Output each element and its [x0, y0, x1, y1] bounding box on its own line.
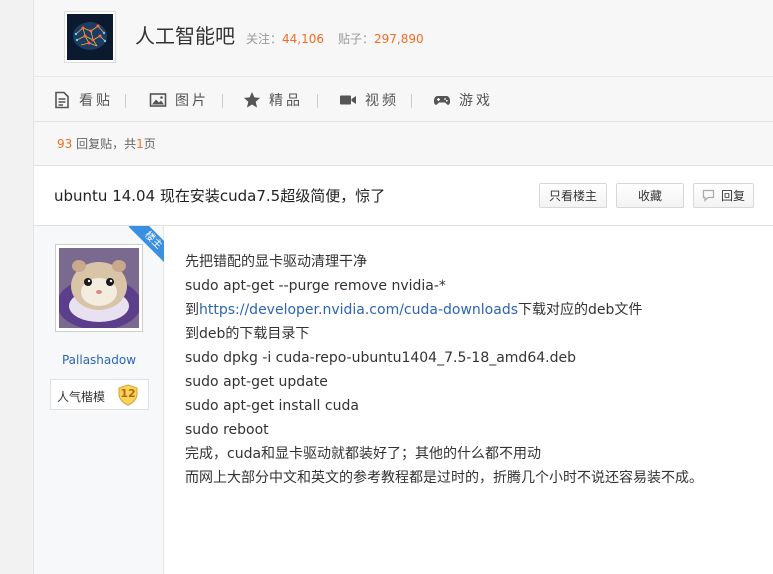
- post-line: 而网上大部分中文和英文的参考教程都是过时的，折腾几个小时不说还容易装不成。: [185, 470, 703, 486]
- post-line: sudo apt-get install cuda: [185, 398, 359, 414]
- reply-info-bar: 93 回复贴，共1页: [34, 122, 773, 166]
- speech-bubble-icon: [702, 189, 715, 202]
- post-line-with-link: 到https://developer.nvidia.com/cuda-downl…: [185, 298, 765, 322]
- post-content: 先把错配的显卡驱动清理干净 sudo apt-get --purge remov…: [185, 250, 765, 490]
- posts-count: 297,890: [374, 32, 424, 46]
- image-icon: [149, 93, 167, 107]
- level-number: 12: [120, 387, 136, 400]
- author-name[interactable]: Pallashadow: [34, 353, 164, 367]
- nav-label-games: 游戏: [459, 93, 493, 109]
- forum-name[interactable]: 人工智能吧: [135, 20, 235, 49]
- nav-divider: [222, 94, 223, 108]
- thread-title: ubuntu 14.04 现在安装cuda7.5超级简便，惊了: [54, 187, 386, 205]
- post-line: sudo apt-get update: [185, 374, 328, 390]
- post-line: 到deb的下载目录下: [185, 326, 310, 342]
- nav-label-images: 图片: [175, 93, 209, 109]
- collect-button[interactable]: 收藏: [616, 183, 684, 208]
- post-line: 先把错配的显卡驱动清理干净: [185, 254, 367, 270]
- forum-nav: 看贴 图片 精品 视频 游戏: [34, 76, 773, 122]
- nav-item-images[interactable]: 图片: [149, 77, 209, 123]
- only-op-button[interactable]: 只看楼主: [539, 183, 607, 208]
- level-name: 人气楷模: [57, 390, 106, 404]
- nav-divider: [317, 94, 318, 108]
- forum-stats: 关注：44,106 贴子：297,890: [246, 30, 424, 47]
- nav-item-video[interactable]: 视频: [339, 77, 399, 123]
- hamster-avatar-icon: [59, 248, 139, 328]
- level-badge-box[interactable]: 人气楷模 12: [50, 379, 149, 410]
- video-icon: [340, 95, 356, 105]
- reply-text: 回复贴，共: [72, 137, 137, 151]
- nav-divider: [125, 94, 126, 108]
- nav-item-games[interactable]: 游戏: [433, 77, 493, 123]
- nav-item-posts[interactable]: 看贴: [53, 77, 113, 123]
- post: Pallashadow 人气楷模 12 楼主 先把错配的显卡驱动清理干净 sud…: [34, 226, 773, 574]
- post-line: sudo dpkg -i cuda-repo-ubuntu1404_7.5-18…: [185, 350, 576, 366]
- op-badge: 楼主: [128, 226, 164, 262]
- follow-label: 关注：: [246, 32, 283, 46]
- link-prefix: 到: [185, 302, 199, 318]
- nav-divider: [411, 94, 412, 108]
- reply-button-label: 回复: [720, 189, 745, 203]
- neural-brain-logo-icon: [67, 14, 113, 60]
- page-text: 页: [143, 137, 156, 151]
- page-count: 1: [136, 137, 144, 151]
- follow-count: 44,106: [282, 32, 325, 46]
- forum-header: 人工智能吧 关注：44,106 贴子：297,890: [34, 0, 773, 76]
- forum-logo[interactable]: [64, 11, 116, 63]
- link-suffix: 下载对应的deb文件: [518, 302, 643, 318]
- thread-title-bar: ubuntu 14.04 现在安装cuda7.5超级简便，惊了 只看楼主 收藏 …: [34, 166, 773, 226]
- gamepad-icon: [433, 96, 451, 105]
- document-icon: [55, 91, 69, 109]
- nav-label-posts: 看贴: [79, 93, 113, 109]
- post-line: sudo apt-get --purge remove nvidia-*: [185, 278, 446, 294]
- nav-label-video: 视频: [365, 93, 399, 109]
- post-line: 完成，cuda和显卡驱动就都装好了；其他的什么都不用动: [185, 446, 542, 462]
- posts-label: 贴子：: [338, 32, 375, 46]
- nav-label-featured: 精品: [269, 93, 303, 109]
- nav-item-featured[interactable]: 精品: [243, 77, 303, 123]
- cuda-download-link[interactable]: https://developer.nvidia.com/cuda-downlo…: [199, 302, 518, 318]
- page: 人工智能吧 关注：44,106 贴子：297,890 看贴 图片 精品 视频 游…: [33, 0, 773, 574]
- post-line: sudo reboot: [185, 422, 269, 438]
- reply-count: 93: [57, 137, 73, 151]
- author-column: Pallashadow 人气楷模 12 楼主: [34, 226, 164, 574]
- op-badge-label: 楼主: [128, 226, 164, 262]
- star-icon: [244, 92, 260, 108]
- reply-button[interactable]: 回复: [693, 183, 754, 208]
